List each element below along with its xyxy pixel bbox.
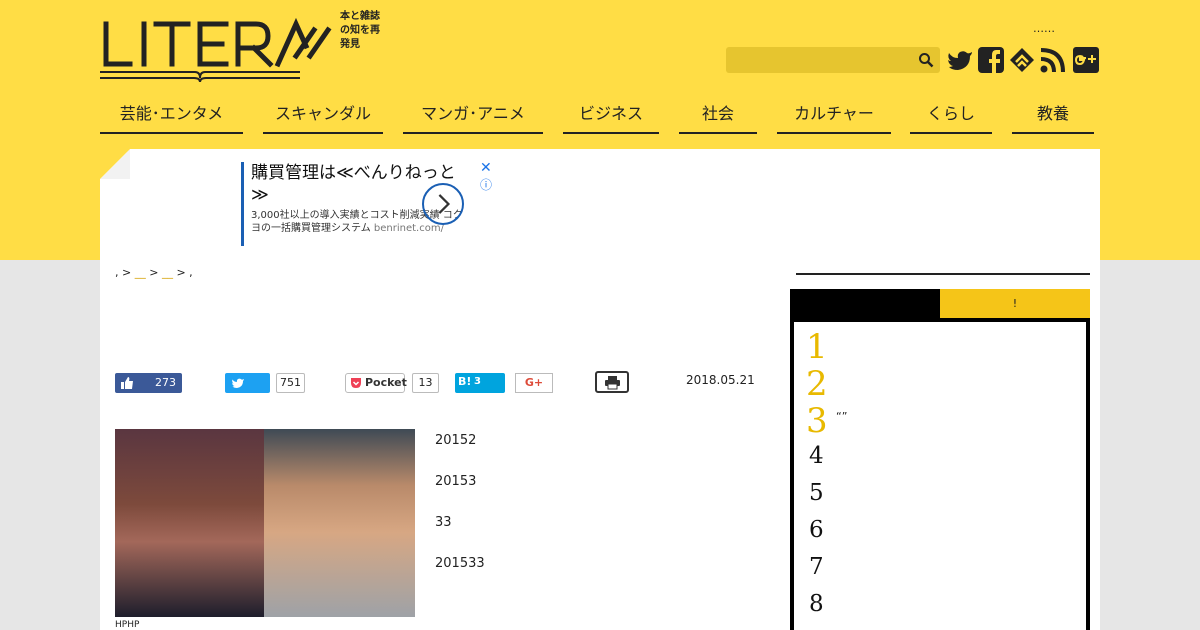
twitter-icon[interactable]: [946, 46, 974, 74]
article-paragraph: 33: [435, 515, 452, 530]
search-input[interactable]: [726, 47, 940, 73]
google-plus-icon[interactable]: [1072, 46, 1100, 74]
article-photo-left: [115, 429, 264, 617]
ranking-tab-2[interactable]: !: [940, 289, 1090, 318]
pocket-button[interactable]: Pocket: [345, 373, 407, 393]
search-icon[interactable]: [918, 52, 934, 68]
pocket-label: Pocket: [365, 376, 407, 389]
breadcrumb-category[interactable]: __: [135, 266, 146, 279]
tweet-button[interactable]: [225, 373, 270, 393]
nav-culture[interactable]: カルチャー: [777, 100, 891, 134]
rank-number[interactable]: 2: [806, 364, 828, 404]
breadcrumb: , > __ > __ > ,: [115, 266, 193, 279]
site-tagline: 本と雑誌の知を再発見: [340, 11, 380, 50]
rank-number[interactable]: 5: [809, 480, 824, 506]
facebook-icon[interactable]: [977, 46, 1005, 74]
nav-lifestyle[interactable]: くらし: [910, 100, 992, 134]
nav-manga-anime[interactable]: マンガ･アニメ: [403, 100, 543, 134]
facebook-like-button[interactable]: 273: [115, 373, 182, 393]
sidebar-divider: [796, 273, 1090, 275]
ad-info-icon[interactable]: ⓘ: [480, 176, 492, 193]
hatena-bookmark-button[interactable]: B! 3: [455, 373, 505, 393]
nav-scandal[interactable]: スキャンダル: [263, 100, 383, 134]
hatena-count: 3: [474, 376, 481, 387]
rank-number[interactable]: 3: [806, 401, 828, 441]
rank-number[interactable]: 6: [809, 517, 824, 543]
twitter-bird-icon: [232, 378, 244, 388]
ad-close-icon[interactable]: ✕: [480, 160, 492, 176]
rank-3-title[interactable]: “”: [836, 410, 847, 423]
nav-education[interactable]: 教養: [1012, 100, 1094, 134]
pocket-count: 13: [412, 373, 439, 393]
feedly-icon[interactable]: [1008, 46, 1036, 74]
breadcrumb-separator: >: [122, 266, 132, 279]
rank-number[interactable]: 4: [809, 443, 824, 469]
printer-icon: [605, 376, 620, 390]
top-menu-dots[interactable]: ……: [1033, 22, 1055, 35]
page-curl-fold: [100, 149, 130, 179]
tweet-count: 751: [276, 373, 305, 393]
ranking-tab-1[interactable]: [790, 289, 940, 318]
breadcrumb-separator: >: [149, 266, 159, 279]
breadcrumb-home[interactable]: ,: [115, 266, 119, 279]
article-date: 2018.05.21: [686, 373, 755, 387]
breadcrumb-subcategory[interactable]: __: [162, 266, 173, 279]
thumbs-up-icon: [121, 377, 133, 389]
google-plus-share-button[interactable]: G+: [515, 373, 553, 393]
nav-entertainment[interactable]: 芸能･エンタメ: [100, 100, 243, 134]
photo-caption: HPHP: [115, 620, 140, 630]
pocket-icon: [351, 378, 361, 388]
like-count: 273: [155, 376, 176, 389]
breadcrumb-separator: >: [176, 266, 186, 279]
article-paragraph: 20152: [435, 433, 477, 448]
rank-number[interactable]: 7: [809, 554, 824, 580]
print-button[interactable]: [595, 371, 629, 393]
nav-business[interactable]: ビジネス: [563, 100, 659, 134]
nav-society[interactable]: 社会: [679, 100, 757, 134]
rank-number[interactable]: 1: [806, 327, 828, 367]
rank-number[interactable]: 8: [809, 591, 824, 617]
breadcrumb-current: ,: [189, 266, 193, 279]
article-paragraph: 20153: [435, 474, 477, 489]
ranking-list: [790, 318, 1090, 630]
ad-url[interactable]: benrinet.com/: [374, 223, 444, 234]
ad-arrow-icon[interactable]: [422, 183, 464, 225]
litera-logo[interactable]: [100, 16, 380, 86]
rss-icon[interactable]: [1039, 46, 1067, 74]
article-photo-right: [264, 429, 415, 617]
article-paragraph: 201533: [435, 556, 485, 571]
hatena-label: B!: [458, 375, 472, 388]
